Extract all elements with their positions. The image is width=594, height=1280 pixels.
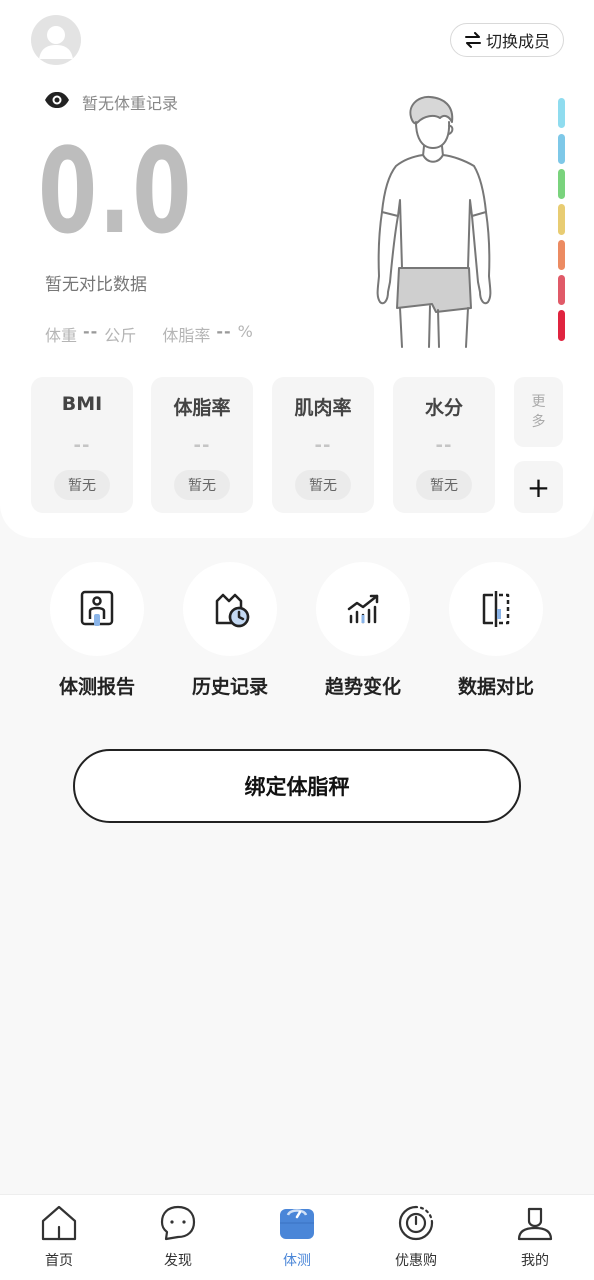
metric-card-water[interactable]: 水分 -- 暂无: [393, 377, 495, 513]
metric-title: 肌肉率: [294, 397, 352, 419]
history-shortcut[interactable]: 历史记录: [183, 562, 277, 698]
tab-body-test[interactable]: 体测: [257, 1203, 337, 1273]
weight-summary-value: --: [83, 322, 99, 341]
metric-title: BMI: [61, 393, 103, 415]
weight-fat-summary: 体重 -- 公斤 体脂率 -- %: [45, 322, 253, 346]
metric-value: --: [314, 435, 332, 456]
compare-label: 数据对比: [457, 676, 534, 698]
trend-chart-icon: [316, 562, 410, 656]
scale-color-segment: [558, 169, 565, 199]
body-report-label: 体测报告: [58, 676, 135, 698]
plus-icon: +: [526, 470, 551, 504]
swap-arrows-icon: [464, 32, 482, 48]
trend-shortcut[interactable]: 趋势变化: [316, 562, 410, 698]
tab-deals[interactable]: 优惠购: [376, 1203, 456, 1273]
metric-value: --: [193, 435, 211, 456]
switch-member-label: 切换成员: [485, 32, 550, 51]
compare-shortcut[interactable]: 数据对比: [449, 562, 543, 698]
tab-discover[interactable]: 发现: [138, 1203, 218, 1273]
add-metric-button[interactable]: +: [514, 461, 563, 513]
profile-icon: [515, 1203, 555, 1243]
metric-card-muscle[interactable]: 肌肉率 -- 暂无: [272, 377, 374, 513]
more-label: 更: [531, 394, 546, 410]
chat-bubble-icon: [158, 1203, 198, 1243]
bind-scale-button[interactable]: 绑定体脂秤: [73, 749, 521, 823]
tab-label: 我的: [521, 1253, 549, 1269]
body-report-icon: [50, 562, 144, 656]
metric-value: --: [435, 435, 453, 456]
history-icon: [183, 562, 277, 656]
home-icon: [39, 1203, 79, 1243]
metric-title: 水分: [424, 397, 463, 419]
metric-status: 暂无: [295, 470, 351, 500]
tab-mine[interactable]: 我的: [495, 1203, 575, 1273]
metric-value: --: [73, 435, 91, 456]
bodyfat-summary-value: --: [216, 322, 232, 341]
weight-status-text: 暂无体重记录: [82, 94, 179, 113]
tab-label: 发现: [164, 1253, 192, 1269]
compare-icon: [449, 562, 543, 656]
bodyfat-label: 体脂率: [162, 326, 211, 345]
weight-summary-card: 切换成员 暂无体重记录 0.0 暂无对比数据 体重 -- 公斤 体脂率 -- %: [0, 0, 594, 538]
metric-status: 暂无: [174, 470, 230, 500]
tab-home[interactable]: 首页: [19, 1203, 99, 1273]
weight-status: 暂无体重记录: [44, 90, 178, 114]
switch-member-button[interactable]: 切换成员: [450, 23, 564, 57]
scale-color-segment: [558, 275, 565, 305]
bodyfat-unit: %: [237, 322, 253, 341]
tab-label: 体测: [283, 1253, 311, 1269]
compare-text: 暂无对比数据: [45, 275, 147, 295]
scale-color-segment: [558, 204, 565, 235]
scale-icon: [277, 1203, 317, 1243]
more-label: 多: [531, 414, 546, 430]
scale-color-segment: [558, 134, 565, 164]
male-body-outline-icon: [366, 92, 502, 352]
bottom-tab-bar: 首页 发现 体测 优惠购 我的: [0, 1194, 594, 1280]
metric-status: 暂无: [416, 470, 472, 500]
metric-card-bmi[interactable]: BMI -- 暂无: [31, 377, 133, 513]
eye-icon[interactable]: [44, 91, 70, 113]
user-avatar-icon[interactable]: [31, 15, 81, 65]
coupon-icon: [396, 1203, 436, 1243]
tab-label: 首页: [45, 1253, 73, 1269]
trend-label: 趋势变化: [324, 676, 401, 698]
history-label: 历史记录: [191, 676, 268, 698]
scale-color-segment: [558, 240, 565, 270]
weight-label: 体重: [45, 326, 78, 345]
metric-card-bodyfat[interactable]: 体脂率 -- 暂无: [151, 377, 253, 513]
body-report-shortcut[interactable]: 体测报告: [50, 562, 144, 698]
metric-title: 体脂率: [173, 397, 231, 419]
scale-color-segment: [558, 98, 565, 128]
metric-status: 暂无: [54, 470, 110, 500]
tab-label: 优惠购: [395, 1253, 437, 1269]
weight-unit: 公斤: [104, 326, 137, 345]
more-metrics-button[interactable]: 更 多: [514, 377, 563, 447]
scale-color-segment: [558, 310, 565, 341]
weight-value: 0.0: [38, 122, 193, 260]
